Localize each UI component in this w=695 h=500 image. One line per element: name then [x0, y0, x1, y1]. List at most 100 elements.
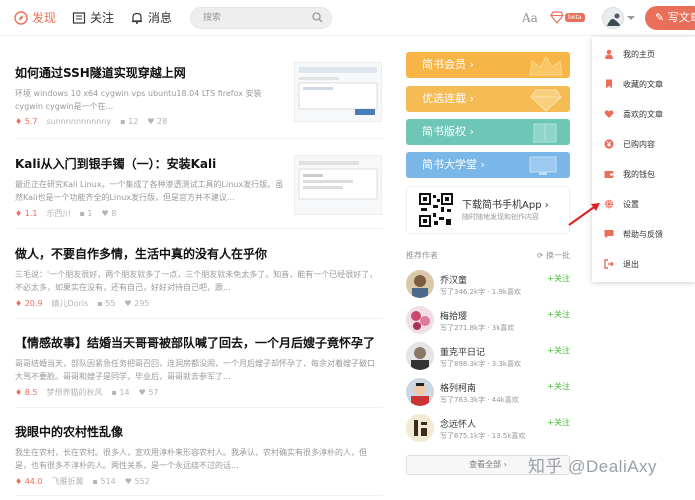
- likes-count: ♥ 552: [124, 477, 150, 486]
- author-avatar[interactable]: [406, 270, 434, 298]
- diamond-score: ♦ 1.1: [15, 209, 38, 218]
- user-avatar[interactable]: [602, 7, 624, 29]
- banner-membership-label: 简书会员: [422, 58, 466, 71]
- article-author[interactable]: 乐西川: [46, 208, 70, 219]
- article-author[interactable]: 飞雁折翼: [52, 476, 84, 487]
- write-article-button[interactable]: ✎ 写文章: [645, 6, 695, 30]
- thumbnail-image: [298, 161, 378, 200]
- author-avatar[interactable]: [406, 378, 434, 406]
- menu-item-settings[interactable]: 设置: [592, 190, 695, 218]
- likes-count: ♥ 8: [101, 209, 117, 218]
- follow-button[interactable]: +关注: [547, 381, 570, 392]
- menu-item-purchased[interactable]: 已购内容: [592, 130, 695, 158]
- list-item[interactable]: 我眼中的农村性乱像 我生在农村，长在农村。很多人，宣欢用淳朴来形容农村人。我承认…: [15, 423, 385, 487]
- likes-value: 28: [157, 117, 168, 126]
- article-abstract: 我生在农村，长在农村。很多人，宣欢用淳朴来形容农村人。我承认，农村确实有很多淳朴…: [15, 448, 367, 470]
- menu-item-help[interactable]: 帮助与反馈: [592, 220, 695, 248]
- score-value: 5.7: [24, 117, 38, 126]
- diamond-score: ♦ 5.7: [15, 117, 38, 126]
- banner-membership[interactable]: 简书会员 ›: [406, 52, 570, 78]
- nav-follow[interactable]: 关注: [72, 9, 114, 26]
- avatar-image: [406, 378, 434, 406]
- menu-item-homepage[interactable]: 我的主页: [592, 40, 695, 68]
- divider: [15, 138, 383, 139]
- search-input[interactable]: 搜索: [190, 7, 332, 29]
- article-author[interactable]: 婧儿Doris: [52, 298, 89, 309]
- list-item[interactable]: 做人，不要自作多情，生活中真的没有人在乎你 三毛说：'一个朋友很好，两个朋友就多…: [15, 245, 385, 309]
- banner-university-label: 简书大学堂: [422, 158, 477, 171]
- menu-item-logout[interactable]: 退出: [592, 250, 695, 278]
- qr-code-icon: [419, 193, 453, 227]
- menu-label: 退出: [623, 260, 639, 269]
- nav-discover-label: 发现: [32, 11, 57, 25]
- likes-value: 552: [134, 477, 150, 486]
- diamond-score: ♦ 8.5: [15, 388, 38, 397]
- author-name[interactable]: 梅拾璎: [440, 309, 467, 322]
- comments-value: 12: [128, 117, 139, 126]
- heart-icon: [604, 110, 614, 118]
- chevron-down-icon[interactable]: [627, 16, 635, 20]
- author-info: 写了898.3k字 · 3.3k喜欢: [440, 360, 521, 368]
- article-title[interactable]: 【情感故事】结婚当天哥哥被部队喊了回去，一个月后嫂子竟怀孕了: [15, 334, 385, 351]
- author-name[interactable]: 乔汉童: [440, 273, 467, 286]
- author-avatar[interactable]: [406, 414, 434, 442]
- avatar-image: [406, 342, 434, 370]
- article-title[interactable]: 我眼中的农村性乱像: [15, 423, 385, 440]
- author-name[interactable]: 念远怀人: [440, 417, 476, 430]
- monitor-icon: [529, 156, 557, 175]
- author-name[interactable]: 董克平日记: [440, 345, 485, 358]
- follow-button[interactable]: +关注: [547, 273, 570, 284]
- author-avatar[interactable]: [406, 342, 434, 370]
- menu-item-liked[interactable]: 喜欢的文章: [592, 100, 695, 128]
- article-title[interactable]: 做人，不要自作多情，生活中真的没有人在乎你: [15, 245, 385, 262]
- follow-button[interactable]: +关注: [547, 345, 570, 356]
- banner-university[interactable]: 简书大学堂 ›: [406, 152, 570, 178]
- author-row[interactable]: 乔汉童 写了346.2k字 · 1.9k喜欢 +关注: [406, 270, 570, 302]
- menu-label: 喜欢的文章: [623, 110, 663, 119]
- author-row[interactable]: 格列柯南 写了763.3k字 · 44k喜欢 +关注: [406, 378, 570, 410]
- article-thumbnail[interactable]: [294, 62, 382, 122]
- author-info: 写了675.1k字 · 13.5k喜欢: [440, 432, 526, 440]
- diamond-score: ♦ 20.9: [15, 299, 43, 308]
- author-avatar[interactable]: [406, 306, 434, 334]
- swap-batch-button[interactable]: ⟳ 换一批: [537, 250, 570, 261]
- search-icon[interactable]: [312, 12, 323, 23]
- font-size-toggle[interactable]: Aa: [522, 11, 538, 25]
- diamond-icon[interactable]: [550, 11, 564, 24]
- author-row[interactable]: 董克平日记 写了898.3k字 · 3.3k喜欢 +关注: [406, 342, 570, 374]
- article-meta: ♦ 8.5 梦想养猫的秋风 ▪ 14 ♥ 57: [15, 387, 385, 398]
- avatar-image: [603, 8, 623, 28]
- comments-value: 55: [105, 299, 116, 308]
- banner-copyright[interactable]: 简书版权 ›: [406, 119, 570, 145]
- article-meta: ♦ 20.9 婧儿Doris ▪ 55 ♥ 295: [15, 298, 385, 309]
- comments-count: ▪ 12: [120, 117, 139, 126]
- nav-messages[interactable]: 消息: [130, 9, 172, 26]
- comments-count: ▪ 14: [111, 388, 130, 397]
- author-row[interactable]: 梅拾璎 写了271.8k字 · 3k喜欢 +关注: [406, 306, 570, 338]
- score-value: 44.0: [24, 477, 43, 486]
- article-abstract: 三毛说：'一个朋友很好，两个朋友就多了一点，三个朋友就未免太多了。知音，能有一个…: [15, 270, 378, 292]
- download-app-box[interactable]: 下载简书手机App › 随时随地发现和创作内容: [406, 186, 570, 234]
- menu-label: 设置: [623, 200, 639, 209]
- comments-count: ▪ 514: [92, 477, 116, 486]
- author-name[interactable]: 格列柯南: [440, 381, 476, 394]
- author-row[interactable]: 念远怀人 写了675.1k字 · 13.5k喜欢 +关注: [406, 414, 570, 446]
- article-thumbnail[interactable]: [294, 155, 382, 215]
- comments-count: ▪ 1: [79, 209, 93, 218]
- follow-button[interactable]: +关注: [547, 417, 570, 428]
- article-author[interactable]: sunnnnnnnnnny: [46, 117, 111, 126]
- menu-item-wallet[interactable]: 我的钱包: [592, 160, 695, 188]
- comments-value: 1: [87, 209, 93, 218]
- nav-discover[interactable]: 发现: [14, 9, 56, 26]
- bookmark-icon: [606, 79, 612, 89]
- list-item[interactable]: 【情感故事】结婚当天哥哥被部队喊了回去，一个月后嫂子竟怀孕了 哥哥结婚当天，部队…: [15, 334, 385, 398]
- likes-count: ♥ 28: [147, 117, 168, 126]
- likes-count: ♥ 57: [138, 388, 159, 397]
- author-info: 写了763.3k字 · 44k喜欢: [440, 396, 519, 404]
- comments-count: ▪ 55: [97, 299, 116, 308]
- banner-serial[interactable]: 优选连载 ›: [406, 86, 570, 112]
- article-author[interactable]: 梦想养猫的秋风: [46, 387, 102, 398]
- menu-item-bookmarks[interactable]: 收藏的文章: [592, 70, 695, 98]
- thumbnail-image: [298, 67, 378, 115]
- follow-button[interactable]: +关注: [547, 309, 570, 320]
